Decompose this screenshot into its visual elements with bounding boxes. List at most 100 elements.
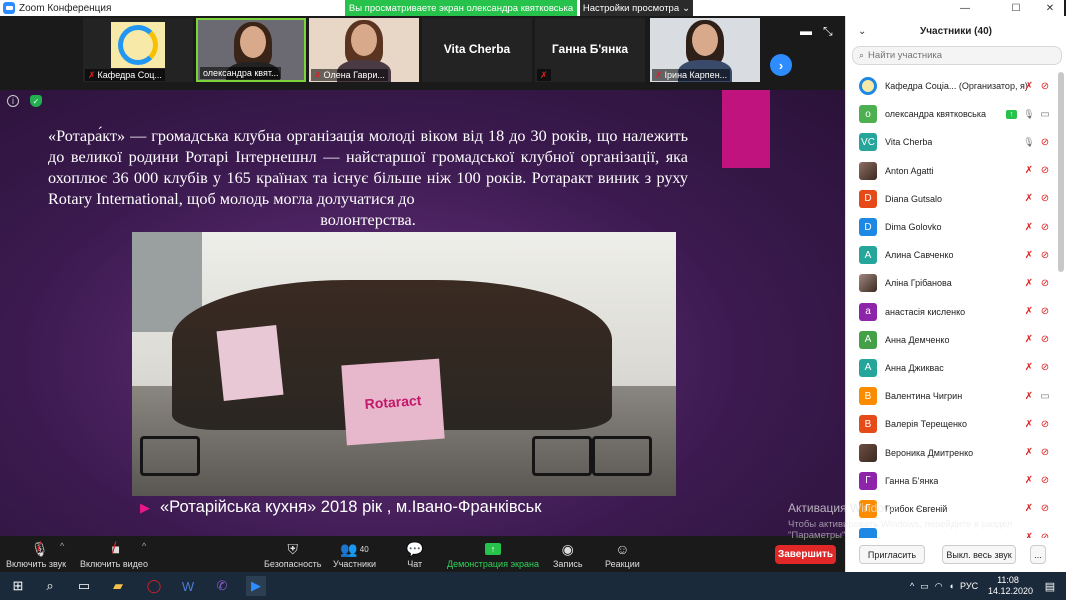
info-icon[interactable]: i (7, 95, 19, 107)
mic-muted-icon[interactable]: ✗ (1022, 164, 1036, 178)
share-screen-button[interactable]: ↑ Демонстрация экрана (447, 540, 539, 569)
mic-muted-icon[interactable]: ✗ (1022, 474, 1036, 488)
unmute-button[interactable]: 🎙 / Включить звук (6, 540, 66, 569)
viber-icon[interactable]: ✆ (212, 576, 232, 596)
chevron-up-icon[interactable]: ^ (910, 581, 914, 591)
participant-search[interactable]: ⌕ (852, 46, 1062, 65)
participant-search-input[interactable] (868, 50, 1049, 61)
chat-button[interactable]: 💬 Чат (406, 540, 423, 570)
opera-icon[interactable]: ◯ (144, 576, 164, 596)
video-options-caret-icon[interactable]: ^ (142, 541, 146, 551)
taskbar-clock[interactable]: 11:08 14.12.2020 (988, 575, 1033, 597)
participant-row[interactable]: А Анна Демченко ✗ ⊘ (846, 326, 1066, 354)
task-view-icon[interactable]: ▭ (74, 576, 94, 596)
camera-off-icon[interactable]: ⊘ (1038, 220, 1052, 234)
video-tile-olena[interactable]: ✗ Олена Гаври... (309, 18, 419, 82)
camera-off-icon[interactable]: ⊘ (1038, 79, 1052, 93)
close-button[interactable]: ✕ (1036, 0, 1064, 16)
wifi-icon[interactable]: ◠ (935, 581, 943, 592)
video-tile-oleksandra[interactable]: олександра квят... (196, 18, 306, 82)
camera-icon[interactable]: ▭ (1038, 107, 1052, 121)
participant-name: Anton Agatti (885, 165, 934, 176)
camera-off-icon[interactable]: ⊘ (1038, 248, 1052, 262)
camera-off-icon[interactable]: ⊘ (1038, 474, 1052, 488)
avatar (859, 77, 877, 96)
camera-off-icon[interactable]: ⊘ (1038, 333, 1052, 347)
participant-row[interactable]: Вероника Дмитренко ✗ ⊘ (846, 438, 1066, 466)
camera-off-icon[interactable]: ⊘ (1038, 502, 1052, 516)
mic-muted-icon[interactable]: ✗ (1022, 446, 1036, 460)
mic-muted-icon[interactable]: ✗ (1022, 333, 1036, 347)
camera-off-icon[interactable]: ⊘ (1038, 305, 1052, 319)
participant-row[interactable]: А Анна Джиквас ✗ ⊘ (846, 354, 1066, 382)
view-options-button[interactable]: Настройки просмотра ⌄ (580, 0, 693, 16)
windows-start-icon[interactable]: ⊞ (8, 576, 28, 596)
word-icon[interactable]: W (178, 576, 198, 596)
encryption-shield-icon[interactable]: ✓ (30, 95, 42, 107)
mic-muted-icon[interactable]: ✗ (1022, 192, 1036, 206)
invite-button[interactable]: Пригласить (859, 545, 925, 564)
maximize-button[interactable]: ☐ (1002, 0, 1030, 16)
people-icon: 👥 40 (340, 540, 369, 557)
file-explorer-icon[interactable]: ▰ (108, 576, 128, 596)
video-tile-vita[interactable]: Vita Cherba (422, 18, 532, 82)
camera-icon[interactable]: ▭ (1038, 389, 1052, 403)
mic-muted-icon[interactable]: ✗ (1022, 361, 1036, 375)
participant-row[interactable]: D Diana Gutsalo ✗ ⊘ (846, 185, 1066, 213)
collapse-icon[interactable]: ⤡ (823, 24, 833, 39)
mic-muted-icon[interactable]: ✗ (1022, 305, 1036, 319)
reactions-label: Реакции (605, 559, 640, 569)
language-indicator[interactable]: РУС (960, 581, 978, 591)
participant-row[interactable]: А Алина Савченко ✗ ⊘ (846, 241, 1066, 269)
mic-muted-icon[interactable]: ✗ (1022, 248, 1036, 262)
camera-off-icon[interactable]: ⊘ (1038, 446, 1052, 460)
camera-off-icon[interactable]: ⊘ (1038, 164, 1052, 178)
participant-row[interactable]: VC Vita Cherba 🎙 ⊘ (846, 128, 1066, 156)
minimize-button[interactable]: — (951, 0, 979, 16)
mute-all-button[interactable]: Выкл. весь звук (942, 545, 1016, 564)
camera-off-icon[interactable]: ⊘ (1038, 276, 1052, 290)
end-meeting-button[interactable]: Завершить (775, 545, 836, 564)
security-button[interactable]: ⛨ Безопасность (264, 540, 321, 570)
zoom-taskbar-icon[interactable]: ▶ (246, 576, 266, 596)
mic-icon[interactable]: 🎙 (1022, 135, 1036, 149)
mic-muted-icon[interactable]: ✗ (1022, 220, 1036, 234)
battery-icon[interactable]: ▭ (920, 581, 929, 592)
camera-off-icon[interactable]: ⊘ (1038, 530, 1052, 538)
audio-options-caret-icon[interactable]: ^ (60, 541, 64, 551)
participants-button[interactable]: 👥 40 Участники (333, 540, 376, 570)
participant-row[interactable]: Г Ганна Б'янка ✗ ⊘ (846, 467, 1066, 495)
camera-off-icon[interactable]: ⊘ (1038, 417, 1052, 431)
camera-off-icon[interactable]: ⊘ (1038, 361, 1052, 375)
participant-row[interactable]: а анастасія кисленко ✗ ⊘ (846, 298, 1066, 326)
video-tile-ganna[interactable]: Ганна Б'янка ✗ (535, 18, 645, 82)
video-tile-iryna[interactable]: ✗ Ірина Карпен... (650, 18, 760, 82)
mic-icon[interactable]: 🎙 (1022, 107, 1036, 121)
mic-muted-icon[interactable]: ✗ (1022, 389, 1036, 403)
video-tile-kafedra[interactable]: ✗ Кафедра Соц... (83, 18, 193, 82)
reactions-button[interactable]: ☺ Реакции (605, 540, 640, 569)
camera-off-icon[interactable]: ⊘ (1038, 135, 1052, 149)
panel-scrollbar[interactable] (1058, 72, 1064, 272)
search-icon[interactable]: ⌕ (40, 576, 60, 596)
notifications-icon[interactable]: ▤ (1040, 576, 1060, 596)
more-button[interactable]: ... (1030, 545, 1046, 564)
camera-off-icon[interactable]: ⊘ (1038, 192, 1052, 206)
participant-row[interactable]: В Валентина Чигрин ✗ ▭ (846, 382, 1066, 410)
mic-muted-icon[interactable]: ✗ (1022, 79, 1036, 93)
record-button[interactable]: ◉ Запись (553, 540, 583, 570)
activation-watermark-text: Чтобы активировать Windows, перейдите в … (788, 519, 1013, 541)
gallery-layout-icon[interactable]: ▬ (800, 24, 812, 38)
participant-row[interactable]: Кафедра Соціа... (Организатор, я) ✗ ⊘ (846, 72, 1066, 100)
participant-row[interactable]: В Валерія Терещенко ✗ ⊘ (846, 410, 1066, 438)
participant-row[interactable]: о олександра квятковська ↑ 🎙 ▭ (846, 100, 1066, 128)
mic-muted-icon[interactable]: ✗ (1022, 417, 1036, 431)
participant-row[interactable]: Аліна Грібанова ✗ ⊘ (846, 269, 1066, 297)
mic-muted-icon[interactable]: ✗ (1022, 276, 1036, 290)
next-page-button[interactable]: › (770, 54, 792, 76)
mic-muted-icon[interactable]: ✗ (1022, 502, 1036, 516)
start-video-button[interactable]: ■ / Включить видео (80, 540, 148, 569)
participant-row[interactable]: D Dima Golovko ✗ ⊘ (846, 213, 1066, 241)
participant-row[interactable]: Anton Agatti ✗ ⊘ (846, 157, 1066, 185)
volume-icon[interactable]: ◖ (949, 581, 954, 591)
